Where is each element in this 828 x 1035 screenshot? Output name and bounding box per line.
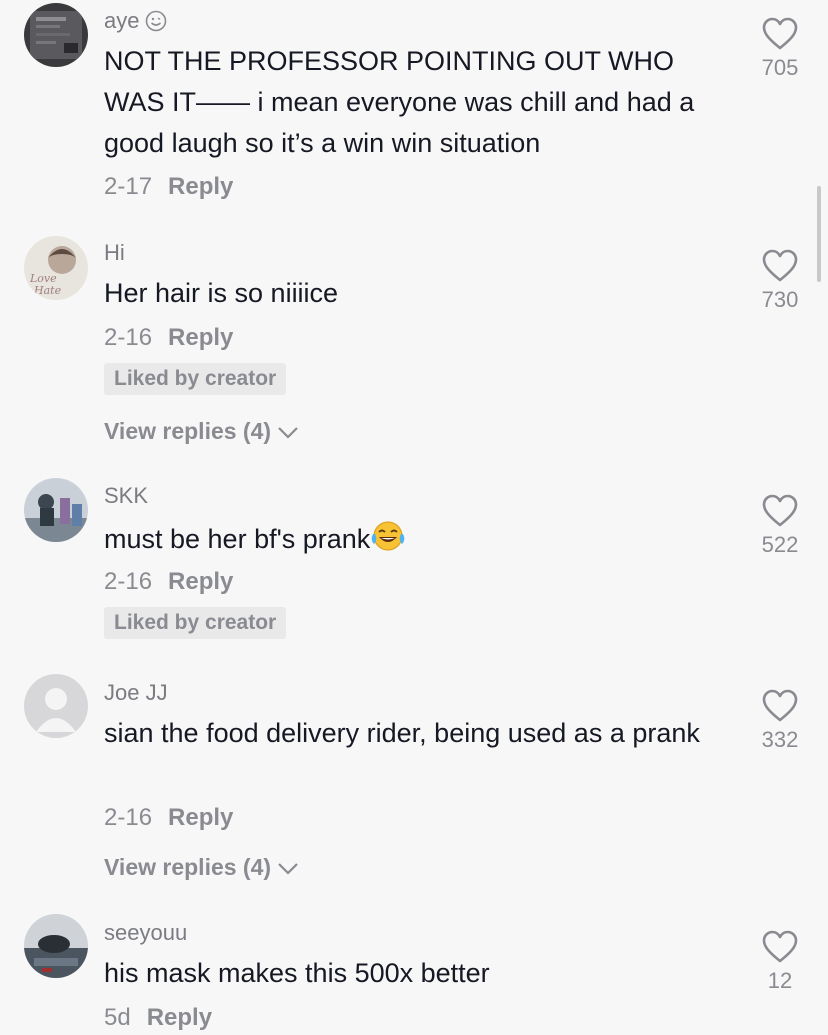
avatar[interactable] [24,914,88,978]
view-replies-label[interactable]: View replies (4) [104,854,271,880]
reply-button[interactable]: Reply [147,1004,212,1031]
comment-text: his mask makes this 500x better [104,958,490,988]
like-count: 12 [767,968,793,993]
comment-text: Her hair is so niiiice [104,278,339,308]
liked-by-creator-badge: Liked by creator [104,607,287,639]
svg-text:Hate: Hate [33,284,62,297]
like-button[interactable]: 730 [750,249,810,313]
reply-button[interactable]: Reply [168,568,233,595]
comment-date: 5d [104,1004,131,1031]
heart-icon[interactable] [762,17,798,51]
scrollbar[interactable] [817,186,821,282]
like-button[interactable]: 705 [750,17,810,81]
avatar[interactable] [24,478,88,542]
heart-icon[interactable] [762,930,798,964]
view-replies-label[interactable]: View replies (4) [104,418,271,444]
comment-date: 2-16 [104,568,153,595]
username[interactable]: SKK [104,483,148,509]
avatar[interactable] [24,674,88,738]
username-text[interactable]: aye [104,8,139,33]
view-replies-button[interactable]: View replies (4) [104,418,299,445]
liked-by-creator-badge: Liked by creator [104,363,287,395]
like-button[interactable]: 522 [750,494,810,558]
username[interactable]: Joe JJ [104,680,168,706]
comment-text: NOT THE PROFESSOR POINTING OUT WHO WAS I… [104,46,695,158]
reply-button[interactable]: Reply [168,324,233,351]
like-count: 705 [761,55,799,80]
heart-icon[interactable] [762,689,798,723]
like-button[interactable]: 12 [750,930,810,994]
heart-icon[interactable] [762,249,798,283]
avatar[interactable] [24,3,88,67]
avatar[interactable]: Love Hate [24,236,88,300]
comment-date: 2-17 [104,173,153,200]
comment-text: sian the food delivery rider, being used… [104,718,700,748]
username[interactable]: seeyouu [104,920,187,946]
comment-text-content: must be her bf's prank [104,524,371,554]
reply-button[interactable]: Reply [168,804,233,831]
comment-meta: 2-16 Reply [104,568,233,596]
comment-meta: 2-17 Reply [104,173,233,201]
like-count: 730 [761,287,799,312]
chevron-down-icon [278,863,298,875]
username[interactable]: Hi [104,240,125,266]
like-button[interactable]: 332 [750,689,810,753]
like-count: 332 [761,727,799,752]
username[interactable]: aye [104,8,167,34]
like-count: 522 [761,532,799,557]
comment-meta: 2-16 Reply [104,324,233,352]
laughing-crying-emoji [372,521,405,551]
smiley-face-icon [146,10,167,32]
comment-meta: 2-16 Reply [104,804,233,832]
chevron-down-icon [278,427,298,439]
comment-text: must be her bf's prank [104,519,724,560]
reply-button[interactable]: Reply [168,173,233,200]
heart-icon[interactable] [762,494,798,528]
comment-date: 2-16 [104,804,153,831]
view-replies-button[interactable]: View replies (4) [104,854,299,881]
comment-date: 2-16 [104,324,153,351]
comment-meta: 5d Reply [104,1004,212,1032]
